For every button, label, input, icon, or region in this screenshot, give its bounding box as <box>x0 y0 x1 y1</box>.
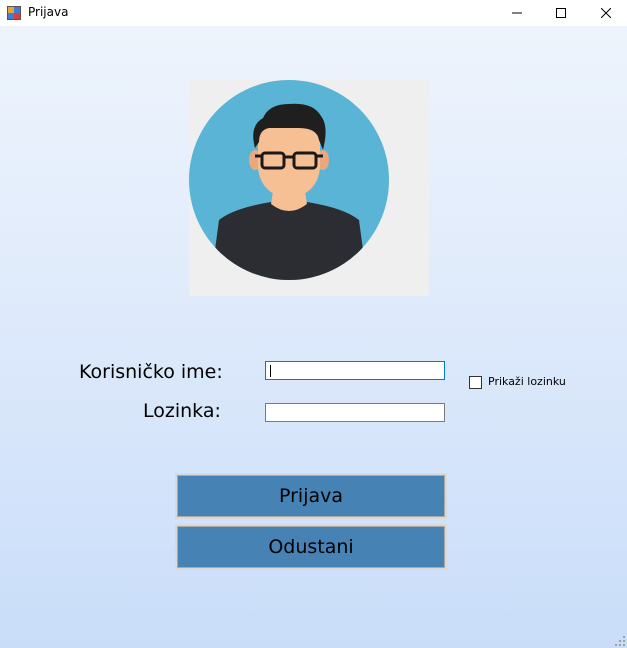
login-button[interactable]: Prijava <box>175 473 447 519</box>
form-icon <box>7 6 21 20</box>
close-icon <box>601 8 611 18</box>
username-input[interactable] <box>265 361 445 380</box>
show-password-label[interactable]: Prikaži lozinku <box>488 375 566 388</box>
cancel-button-label: Odustani <box>268 536 354 558</box>
cancel-button[interactable]: Odustani <box>175 524 447 570</box>
username-label: Korisničko ime: <box>79 361 223 383</box>
login-button-label: Prijava <box>278 485 344 507</box>
form-client-area: Korisničko ime: Lozinka: Prikaži lozinku… <box>0 26 627 648</box>
minimize-button[interactable] <box>494 0 540 26</box>
password-input[interactable] <box>265 403 445 422</box>
resize-grip-icon[interactable] <box>615 636 625 646</box>
close-button[interactable] <box>583 0 627 26</box>
maximize-icon <box>556 8 566 18</box>
password-label: Lozinka: <box>143 400 221 422</box>
text-caret <box>270 365 271 377</box>
minimize-icon <box>512 12 522 14</box>
login-window: Prijava Korisničko ime: Lozinka: Prikaži… <box>0 0 627 648</box>
user-avatar <box>189 80 389 280</box>
avatar-picturebox <box>189 80 429 296</box>
title-bar[interactable]: Prijava <box>0 0 627 26</box>
window-title: Prijava <box>28 5 69 19</box>
maximize-button[interactable] <box>538 0 584 26</box>
show-password-checkbox[interactable] <box>469 376 482 389</box>
